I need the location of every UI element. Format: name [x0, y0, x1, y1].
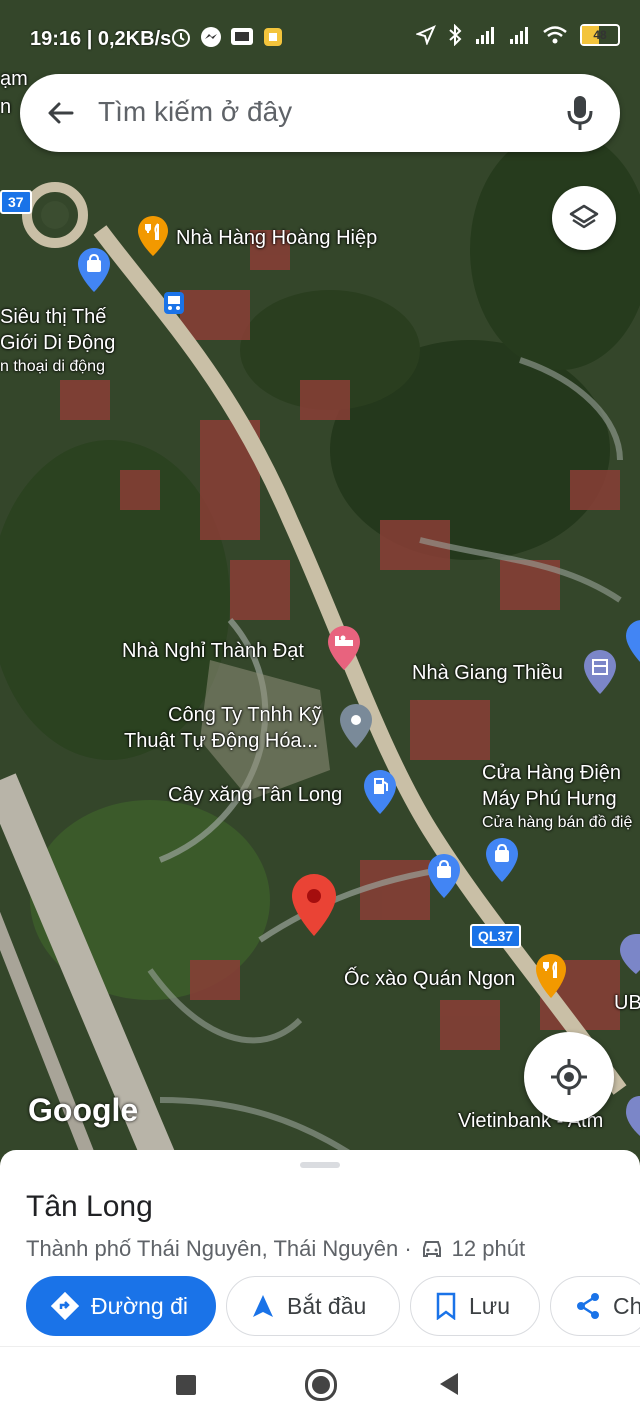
battery-indicator: 48 — [580, 24, 620, 46]
directions-label: Đường đi — [91, 1292, 188, 1319]
building-pin-icon[interactable] — [620, 934, 640, 979]
status-time: 19:16 | 0,2KB/s — [30, 28, 172, 50]
layers-icon — [569, 204, 599, 229]
tv-app-icon — [231, 28, 253, 45]
signal-icon — [510, 27, 528, 44]
share-label: Ch — [613, 1292, 640, 1319]
gas-station-pin-icon[interactable] — [364, 770, 396, 819]
start-button[interactable]: Bắt đầu — [226, 1276, 400, 1336]
notification-icons — [170, 26, 284, 48]
map-label-cut: UB — [614, 992, 640, 1014]
alarm-icon — [172, 29, 190, 47]
bluetooth-icon — [449, 24, 462, 46]
map-view[interactable]: ạm n 37 Nhà Hàng Hoàng Hiệp Siêu thị Thế… — [0, 0, 640, 1160]
map-label-cong-ty[interactable]: Thuật Tự Động Hóa... — [124, 730, 318, 753]
map-label-sieu-thi-sub: n thoại di động — [0, 358, 105, 375]
restaurant-pin-icon[interactable] — [138, 216, 168, 261]
map-label-cua-hang-sub: Cửa hàng bán đồ điệ — [482, 814, 633, 831]
clipboard-app-icon — [264, 28, 282, 46]
recents-button[interactable] — [176, 1375, 196, 1395]
status-bar: 19:16 | 0,2KB/s 48 — [0, 0, 640, 70]
map-label-nha-nghi[interactable]: Nhà Nghỉ Thành Đạt — [122, 640, 304, 663]
share-icon — [577, 1293, 599, 1319]
wifi-icon — [543, 26, 567, 44]
crosshair-icon — [551, 1059, 587, 1095]
bookmark-icon — [436, 1292, 456, 1320]
system-nav-bar — [0, 1346, 640, 1423]
map-label-cay-xang[interactable]: Cây xăng Tân Long — [168, 784, 342, 807]
place-bottom-sheet[interactable]: Tân Long Thành phố Thái Nguyên, Thái Ngu… — [0, 1150, 640, 1350]
map-label-cut: n — [0, 96, 12, 118]
map-label-cua-hang[interactable]: Cửa Hàng Điện — [482, 762, 621, 785]
place-address: Thành phố Thái Nguyên, Thái Nguyên · — [26, 1236, 412, 1261]
save-button[interactable]: Lưu — [410, 1276, 540, 1336]
map-label-sieu-thi[interactable]: Siêu thị Thế — [0, 306, 106, 329]
selected-location-pin-icon[interactable] — [292, 874, 336, 941]
map-label-restaurant[interactable]: Nhà Hàng Hoàng Hiệp — [176, 227, 377, 250]
back-button[interactable] — [440, 1373, 458, 1395]
search-input[interactable]: Tìm kiếm ở đây — [98, 96, 292, 128]
restaurant-pin-icon[interactable] — [536, 954, 566, 1003]
google-logo: Google — [28, 1092, 139, 1128]
road-shield: QL37 — [470, 924, 522, 948]
map-label-cut: ạm — [0, 68, 28, 90]
back-arrow-icon[interactable] — [44, 96, 78, 130]
building-pin-icon[interactable] — [584, 650, 616, 699]
map-label-oc-xao[interactable]: Ốc xào Quán Ngon — [344, 968, 515, 991]
drive-time: 12 phút — [451, 1236, 526, 1261]
start-label: Bắt đầu — [287, 1292, 367, 1319]
sheet-drag-handle[interactable] — [300, 1162, 340, 1168]
shopping-pin-icon[interactable] — [626, 620, 640, 669]
system-icons: 48 — [416, 24, 620, 46]
messenger-icon — [201, 27, 221, 47]
action-chips: Đường đi Bắt đầu Lưu Ch — [26, 1276, 640, 1336]
layers-button[interactable] — [552, 186, 616, 250]
bus-stop-icon[interactable] — [164, 292, 184, 319]
place-subtitle: Thành phố Thái Nguyên, Thái Nguyên · 12 … — [26, 1236, 525, 1262]
map-label-sieu-thi[interactable]: Giới Di Động — [0, 332, 115, 355]
share-button[interactable]: Ch — [550, 1276, 640, 1336]
signal-icon — [476, 27, 494, 44]
map-label-cong-ty[interactable]: Công Ty Tnhh Kỹ — [168, 704, 322, 727]
hotel-pin-icon[interactable] — [328, 626, 360, 675]
directions-icon — [51, 1292, 79, 1320]
location-arrow-icon — [416, 25, 436, 45]
place-pin-icon[interactable] — [340, 704, 372, 753]
save-label: Lưu — [469, 1292, 510, 1319]
search-bar[interactable]: Tìm kiếm ở đây — [20, 74, 620, 152]
map-label-nha-giang[interactable]: Nhà Giang Thiều — [412, 662, 563, 685]
bank-pin-icon[interactable] — [626, 1096, 640, 1141]
shopping-pin-icon[interactable] — [428, 854, 460, 903]
my-location-button[interactable] — [524, 1032, 614, 1122]
home-button[interactable] — [305, 1369, 337, 1401]
directions-button[interactable]: Đường đi — [26, 1276, 216, 1336]
microphone-icon[interactable] — [566, 94, 594, 132]
shopping-pin-icon[interactable] — [78, 248, 110, 297]
shopping-pin-icon[interactable] — [486, 838, 518, 887]
road-shield: 37 — [0, 190, 32, 214]
car-icon — [422, 1241, 441, 1257]
map-label-cua-hang[interactable]: Máy Phú Hưng — [482, 788, 617, 811]
place-title: Tân Long — [26, 1190, 153, 1223]
navigation-arrow-icon — [253, 1295, 273, 1317]
